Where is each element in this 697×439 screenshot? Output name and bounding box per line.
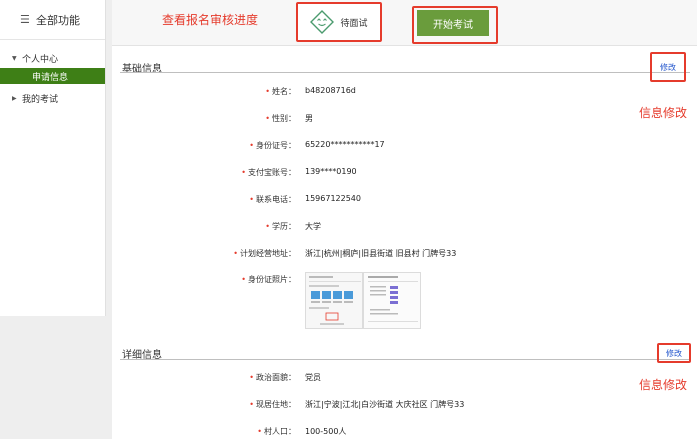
field-label-phone: • 联系电话： — [249, 195, 296, 204]
sidebar-header[interactable]: ☰ 全部功能 — [0, 0, 105, 40]
field-value-business-address: 浙江|杭州|桐庐|旧县街道 旧县村 门牌号33 — [305, 249, 457, 258]
field-value-village-population: 100-500人 — [305, 427, 347, 436]
field-label-business-address: • 计划经营地址： — [233, 249, 296, 258]
field-value-phone: 15967122540 — [305, 194, 361, 203]
field-value-gender: 男 — [305, 114, 313, 123]
sidebar-item-personal-center[interactable]: ▼ 个人中心 — [0, 50, 105, 66]
annotation-box-exam-button — [412, 6, 498, 44]
annotation-box-edit-2 — [657, 343, 691, 363]
required-star: • — [233, 249, 238, 258]
main-content: 查看报名审核进度 待面试 开始考试 基础信息 修改 信息修改 • 姓名： b482… — [112, 0, 697, 439]
id-photo-thumbnail-back[interactable] — [363, 272, 421, 329]
required-star: • — [257, 427, 262, 436]
required-star: • — [249, 400, 254, 409]
field-label-residence: • 现居住地： — [249, 400, 296, 409]
sidebar-item-label: 我的考试 — [22, 94, 59, 105]
annotation-box-status — [296, 2, 382, 42]
sidebar-header-label: 全部功能 — [36, 13, 80, 27]
sidebar: ☰ 全部功能 ▼ 个人中心 申请信息 ▶ 我的考试 — [0, 0, 106, 316]
annotation-edit-hint-1: 信息修改 — [639, 106, 688, 120]
id-photo-thumbnail-front[interactable] — [305, 272, 363, 329]
caret-right-icon: ▶ — [12, 94, 17, 102]
sidebar-menu: ▼ 个人中心 申请信息 ▶ 我的考试 — [0, 50, 105, 106]
id-photo-back-image — [364, 273, 420, 328]
sidebar-subitem-label: 申请信息 — [32, 72, 69, 83]
required-star: • — [265, 222, 270, 231]
caret-down-icon: ▼ — [12, 54, 17, 62]
field-value-education: 大学 — [305, 222, 321, 231]
field-value-alipay: 139****0190 — [305, 167, 357, 176]
field-value-residence: 浙江|宁波|江北|白沙街道 大庆社区 门牌号33 — [305, 400, 465, 409]
annotation-edit-hint-2: 信息修改 — [639, 378, 688, 392]
field-value-political-status: 党员 — [305, 373, 321, 382]
required-star: • — [249, 195, 254, 204]
section-divider — [120, 72, 690, 73]
field-label-gender: • 性别： — [265, 114, 296, 123]
field-value-id-number: 65220***********17 — [305, 140, 385, 149]
field-label-name: • 姓名： — [265, 87, 296, 96]
field-label-id-number: • 身份证号： — [249, 141, 296, 150]
menu-icon: ☰ — [20, 13, 30, 26]
id-photo-front-image — [306, 273, 362, 328]
required-star: • — [249, 373, 254, 382]
field-label-id-photo: • 身份证照片： — [241, 275, 296, 284]
required-star: • — [265, 114, 270, 123]
annotation-box-edit-1 — [650, 52, 686, 82]
field-label-village-population: • 村人口： — [257, 427, 296, 436]
required-star: • — [265, 87, 270, 96]
section-divider — [120, 359, 690, 360]
required-star: • — [241, 168, 246, 177]
required-star: • — [249, 141, 254, 150]
field-value-name: b48208716d — [305, 86, 356, 95]
field-label-political-status: • 政治面貌： — [249, 373, 296, 382]
annotation-status-hint: 查看报名审核进度 — [162, 13, 259, 27]
field-label-education: • 学历： — [265, 222, 296, 231]
field-label-alipay: • 支付宝账号： — [241, 168, 296, 177]
sidebar-item-my-exams[interactable]: ▶ 我的考试 — [0, 90, 105, 106]
page: ☰ 全部功能 ▼ 个人中心 申请信息 ▶ 我的考试 查看报名审核进度 待面试 开… — [0, 0, 697, 439]
sidebar-item-application-info[interactable]: 申请信息 — [0, 68, 105, 84]
sidebar-item-label: 个人中心 — [22, 54, 59, 65]
required-star: • — [241, 275, 246, 284]
